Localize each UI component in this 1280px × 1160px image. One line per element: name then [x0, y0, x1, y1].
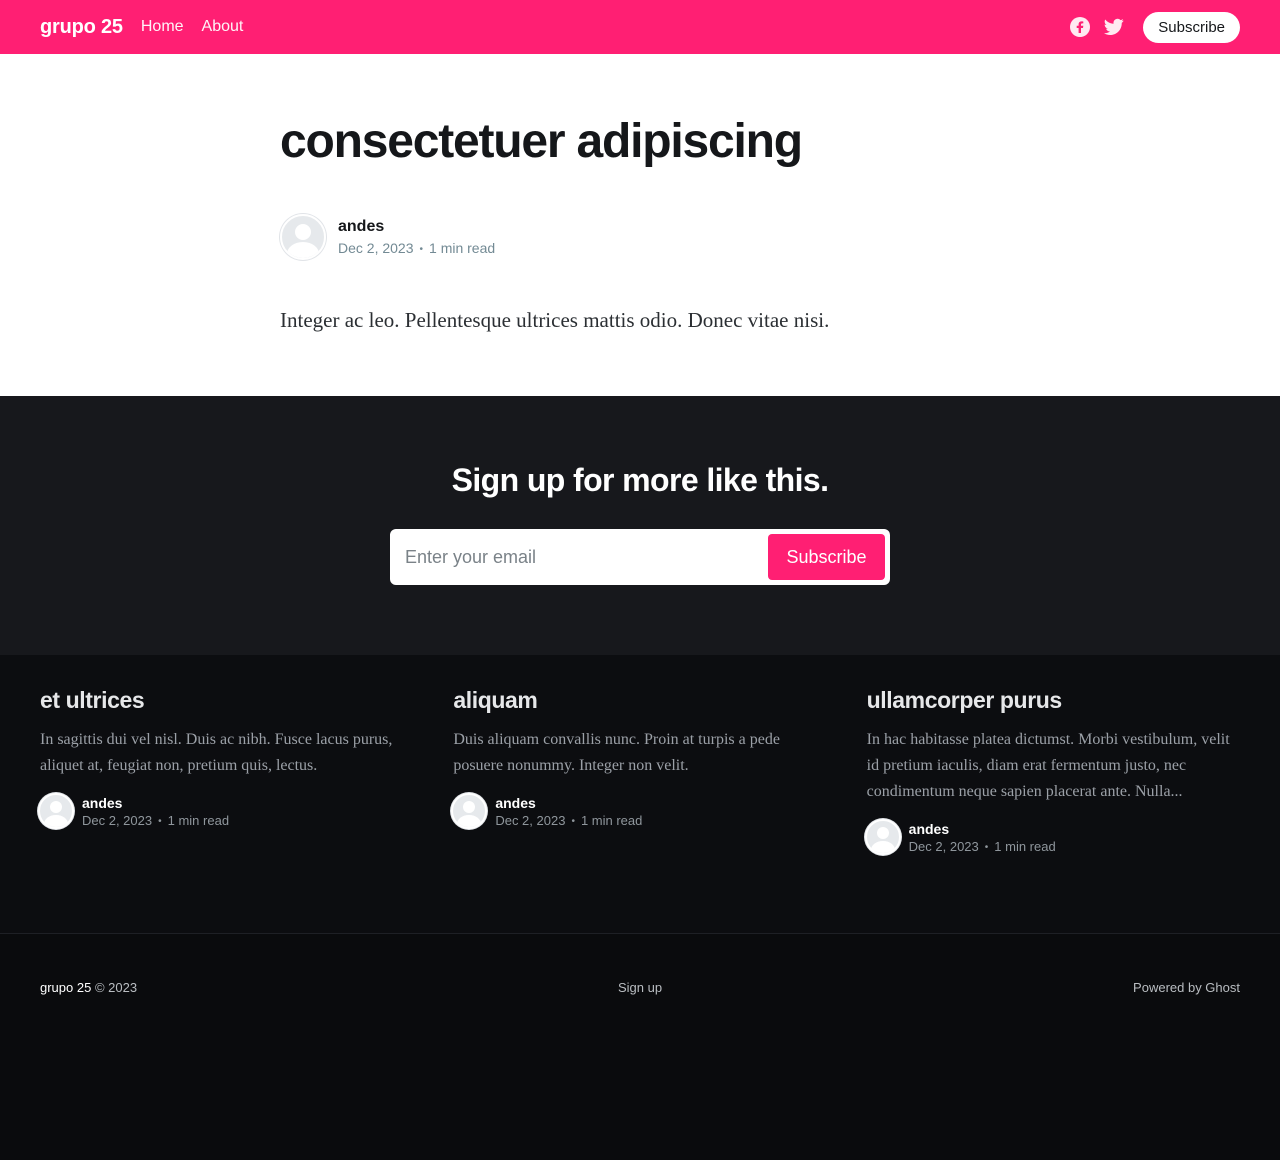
- related-posts: et ultrices In sagittis dui vel nisl. Du…: [0, 655, 1280, 933]
- related-post-title[interactable]: aliquam: [453, 685, 826, 715]
- site-footer: grupo 25 © 2023 Sign up Powered by Ghost: [0, 933, 1280, 1160]
- footer-copyright: grupo 25 © 2023: [40, 980, 440, 995]
- site-brand[interactable]: grupo 25: [40, 16, 123, 39]
- article-title: consectetuer adipiscing: [280, 115, 803, 168]
- signup-form: Subscribe: [390, 529, 890, 585]
- related-post-meta: andes Dec 2, 2023 • 1 min read: [38, 793, 413, 829]
- related-post-excerpt: In hac habitasse platea dictumst. Morbi …: [866, 731, 1230, 800]
- read-time: 1 min read: [167, 812, 230, 828]
- post-date: Dec 2, 2023: [338, 240, 414, 256]
- read-time: 1 min read: [994, 838, 1056, 854]
- header-actions: Subscribe: [1069, 11, 1240, 43]
- related-post-excerpt: In sagittis dui vel nisl. Duis ac nibh. …: [40, 731, 393, 774]
- nav-home-link[interactable]: Home: [141, 18, 184, 36]
- post-date: Dec 2, 2023: [908, 838, 979, 854]
- signup-subscribe-button[interactable]: Subscribe: [768, 534, 885, 580]
- author-avatar[interactable]: [280, 214, 326, 260]
- related-post-card[interactable]: aliquam Duis aliquam convallis nunc. Pro…: [451, 685, 826, 933]
- related-post-title[interactable]: et ultrices: [40, 685, 413, 715]
- post-date: Dec 2, 2023: [82, 812, 153, 828]
- related-post-card[interactable]: ullamcorper purus In hac habitasse plate…: [864, 685, 1240, 933]
- author-name[interactable]: andes: [495, 795, 642, 811]
- post-date-readtime: Dec 2, 2023 • 1 min read: [495, 812, 643, 828]
- author-avatar[interactable]: [451, 793, 488, 829]
- related-post-title[interactable]: ullamcorper purus: [867, 685, 1240, 715]
- read-time: 1 min read: [429, 240, 496, 256]
- twitter-icon[interactable]: [1103, 16, 1125, 38]
- signup-heading: Sign up for more like this.: [451, 462, 829, 498]
- powered-by-link[interactable]: Powered by Ghost: [1133, 980, 1240, 995]
- article-body: Integer ac leo. Pellentesque ultrices ma…: [280, 308, 830, 332]
- top-navbar: grupo 25 Home About Subscribe: [0, 0, 1280, 54]
- post-date-readtime: Dec 2, 2023 • 1 min read: [338, 240, 496, 256]
- header-subscribe-button[interactable]: Subscribe: [1143, 11, 1240, 43]
- footer-brand[interactable]: grupo 25: [40, 980, 91, 995]
- author-avatar[interactable]: [864, 819, 901, 855]
- related-post-meta: andes Dec 2, 2023 • 1 min read: [451, 793, 826, 829]
- related-post-excerpt: Duis aliquam convallis nunc. Proin at tu…: [453, 731, 780, 774]
- footer-copyright-text: © 2023: [94, 980, 138, 995]
- post-date-readtime: Dec 2, 2023 • 1 min read: [908, 838, 1056, 854]
- nav-about-link[interactable]: About: [202, 18, 244, 36]
- author-avatar[interactable]: [38, 793, 74, 829]
- main-nav: Home About: [141, 18, 244, 36]
- related-post-card[interactable]: et ultrices In sagittis dui vel nisl. Du…: [38, 685, 413, 933]
- facebook-icon[interactable]: [1069, 16, 1091, 38]
- article-section: consectetuer adipiscing andes Dec 2, 202…: [0, 54, 1280, 396]
- footer-signup-link[interactable]: Sign up: [618, 980, 662, 995]
- related-post-meta: andes Dec 2, 2023 • 1 min read: [864, 819, 1240, 855]
- post-date-readtime: Dec 2, 2023 • 1 min read: [82, 812, 230, 828]
- post-date: Dec 2, 2023: [495, 812, 566, 828]
- email-input[interactable]: [395, 546, 768, 568]
- article-meta: andes Dec 2, 2023 • 1 min read: [280, 214, 1000, 260]
- author-name[interactable]: andes: [909, 821, 1056, 837]
- signup-section: Sign up for more like this. Subscribe: [0, 396, 1280, 655]
- read-time: 1 min read: [580, 812, 643, 828]
- author-name[interactable]: andes: [338, 218, 495, 236]
- author-name[interactable]: andes: [82, 795, 229, 811]
